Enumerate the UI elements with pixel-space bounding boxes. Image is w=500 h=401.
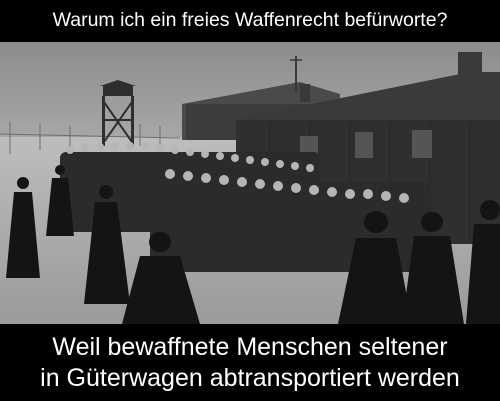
black-and-white-photo [0, 42, 500, 324]
top-caption-text: Warum ich ein freies Waffenrecht befürwo… [52, 9, 448, 32]
top-caption-bar: Warum ich ein freies Waffenrecht befürwo… [0, 0, 500, 42]
bottom-caption-line-1: Weil bewaffnete Menschen seltener [52, 332, 448, 361]
bottom-caption-line-2: in Güterwagen abtransportiert werden [40, 363, 460, 392]
bottom-caption-bar: Weil bewaffnete Menschen seltener in Güt… [0, 324, 500, 401]
